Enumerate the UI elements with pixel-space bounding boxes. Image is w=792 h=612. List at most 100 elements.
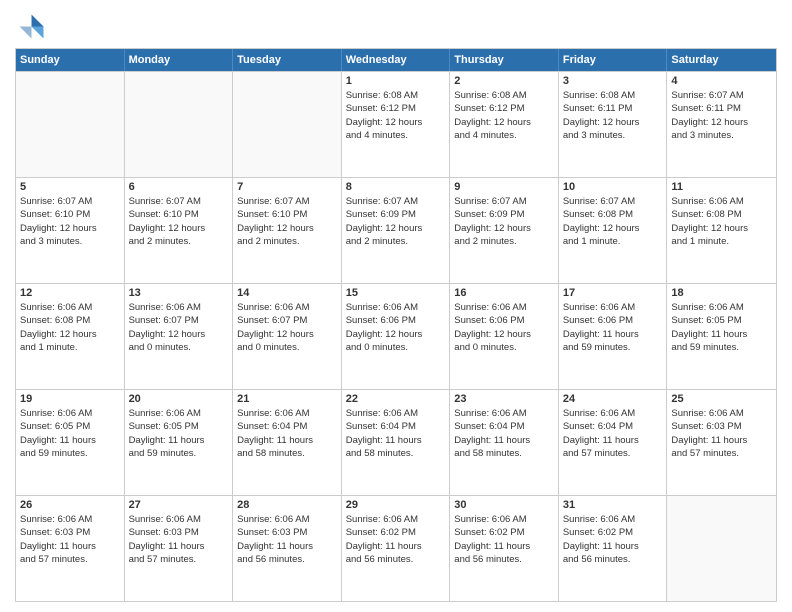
cell-info-line: and 59 minutes. bbox=[671, 341, 772, 354]
day-cell-21: 21Sunrise: 6:06 AMSunset: 6:04 PMDayligh… bbox=[233, 390, 342, 495]
cell-info-line: Daylight: 12 hours bbox=[20, 222, 120, 235]
cell-info-line: Sunset: 6:03 PM bbox=[129, 526, 229, 539]
day-cell-14: 14Sunrise: 6:06 AMSunset: 6:07 PMDayligh… bbox=[233, 284, 342, 389]
calendar-body: 1Sunrise: 6:08 AMSunset: 6:12 PMDaylight… bbox=[16, 71, 776, 601]
cell-info-line: Daylight: 11 hours bbox=[20, 434, 120, 447]
cell-info-line: Sunset: 6:10 PM bbox=[237, 208, 337, 221]
cell-info-line: Daylight: 12 hours bbox=[454, 116, 554, 129]
calendar-row-5: 26Sunrise: 6:06 AMSunset: 6:03 PMDayligh… bbox=[16, 495, 776, 601]
cell-info-line: Sunset: 6:09 PM bbox=[346, 208, 446, 221]
cell-info-line: Sunrise: 6:07 AM bbox=[237, 195, 337, 208]
day-number: 29 bbox=[346, 499, 446, 511]
cell-info-line: and 1 minute. bbox=[20, 341, 120, 354]
cell-info-line: Sunset: 6:12 PM bbox=[454, 102, 554, 115]
cell-info-line: and 56 minutes. bbox=[563, 553, 663, 566]
cell-info-line: and 57 minutes. bbox=[20, 553, 120, 566]
logo bbox=[15, 10, 49, 40]
cell-info-line: Daylight: 12 hours bbox=[20, 328, 120, 341]
day-cell-16: 16Sunrise: 6:06 AMSunset: 6:06 PMDayligh… bbox=[450, 284, 559, 389]
cell-info-line: Sunset: 6:09 PM bbox=[454, 208, 554, 221]
cell-info-line: Sunset: 6:08 PM bbox=[563, 208, 663, 221]
cell-info-line: and 2 minutes. bbox=[237, 235, 337, 248]
day-number: 16 bbox=[454, 287, 554, 299]
cell-info-line: Daylight: 12 hours bbox=[671, 116, 772, 129]
cell-info-line: Daylight: 11 hours bbox=[454, 540, 554, 553]
day-cell-17: 17Sunrise: 6:06 AMSunset: 6:06 PMDayligh… bbox=[559, 284, 668, 389]
day-number: 7 bbox=[237, 181, 337, 193]
cell-info-line: Sunset: 6:03 PM bbox=[237, 526, 337, 539]
day-cell-8: 8Sunrise: 6:07 AMSunset: 6:09 PMDaylight… bbox=[342, 178, 451, 283]
cell-info-line: Sunrise: 6:06 AM bbox=[563, 513, 663, 526]
day-number: 30 bbox=[454, 499, 554, 511]
cell-info-line: Sunrise: 6:06 AM bbox=[237, 513, 337, 526]
cell-info-line: Daylight: 12 hours bbox=[454, 222, 554, 235]
cell-info-line: Sunrise: 6:06 AM bbox=[454, 513, 554, 526]
cell-info-line: Daylight: 12 hours bbox=[563, 222, 663, 235]
cell-info-line: Sunrise: 6:07 AM bbox=[671, 89, 772, 102]
day-number: 6 bbox=[129, 181, 229, 193]
calendar-row-4: 19Sunrise: 6:06 AMSunset: 6:05 PMDayligh… bbox=[16, 389, 776, 495]
day-number: 9 bbox=[454, 181, 554, 193]
cell-info-line: Daylight: 11 hours bbox=[563, 328, 663, 341]
cell-info-line: Daylight: 11 hours bbox=[237, 540, 337, 553]
empty-cell-4-6 bbox=[667, 496, 776, 601]
cell-info-line: Daylight: 12 hours bbox=[346, 328, 446, 341]
cell-info-line: and 2 minutes. bbox=[129, 235, 229, 248]
cell-info-line: Sunset: 6:05 PM bbox=[671, 314, 772, 327]
calendar-row-2: 5Sunrise: 6:07 AMSunset: 6:10 PMDaylight… bbox=[16, 177, 776, 283]
cell-info-line: Daylight: 11 hours bbox=[129, 434, 229, 447]
day-cell-19: 19Sunrise: 6:06 AMSunset: 6:05 PMDayligh… bbox=[16, 390, 125, 495]
day-number: 5 bbox=[20, 181, 120, 193]
cell-info-line: and 3 minutes. bbox=[671, 129, 772, 142]
cell-info-line: Sunrise: 6:06 AM bbox=[20, 301, 120, 314]
day-number: 14 bbox=[237, 287, 337, 299]
day-number: 4 bbox=[671, 75, 772, 87]
day-cell-11: 11Sunrise: 6:06 AMSunset: 6:08 PMDayligh… bbox=[667, 178, 776, 283]
cell-info-line: Sunrise: 6:06 AM bbox=[671, 301, 772, 314]
cell-info-line: and 0 minutes. bbox=[129, 341, 229, 354]
cell-info-line: Daylight: 11 hours bbox=[237, 434, 337, 447]
cell-info-line: Sunrise: 6:06 AM bbox=[237, 301, 337, 314]
cell-info-line: Sunrise: 6:07 AM bbox=[129, 195, 229, 208]
cell-info-line: Sunrise: 6:06 AM bbox=[454, 301, 554, 314]
cell-info-line: and 57 minutes. bbox=[129, 553, 229, 566]
day-number: 19 bbox=[20, 393, 120, 405]
cell-info-line: Sunset: 6:03 PM bbox=[20, 526, 120, 539]
cell-info-line: and 0 minutes. bbox=[454, 341, 554, 354]
cell-info-line: Sunrise: 6:07 AM bbox=[20, 195, 120, 208]
cell-info-line: and 58 minutes. bbox=[454, 447, 554, 460]
cell-info-line: and 56 minutes. bbox=[454, 553, 554, 566]
day-cell-12: 12Sunrise: 6:06 AMSunset: 6:08 PMDayligh… bbox=[16, 284, 125, 389]
day-cell-24: 24Sunrise: 6:06 AMSunset: 6:04 PMDayligh… bbox=[559, 390, 668, 495]
header bbox=[15, 10, 777, 40]
day-number: 20 bbox=[129, 393, 229, 405]
cell-info-line: Sunrise: 6:06 AM bbox=[346, 407, 446, 420]
day-number: 25 bbox=[671, 393, 772, 405]
empty-cell-0-2 bbox=[233, 72, 342, 177]
cell-info-line: Sunset: 6:02 PM bbox=[563, 526, 663, 539]
cell-info-line: Daylight: 11 hours bbox=[346, 434, 446, 447]
day-cell-4: 4Sunrise: 6:07 AMSunset: 6:11 PMDaylight… bbox=[667, 72, 776, 177]
cell-info-line: Daylight: 11 hours bbox=[20, 540, 120, 553]
calendar-header: SundayMondayTuesdayWednesdayThursdayFrid… bbox=[16, 49, 776, 71]
day-number: 11 bbox=[671, 181, 772, 193]
cell-info-line: Sunrise: 6:07 AM bbox=[346, 195, 446, 208]
cell-info-line: Sunrise: 6:06 AM bbox=[346, 513, 446, 526]
cell-info-line: Sunset: 6:10 PM bbox=[20, 208, 120, 221]
cell-info-line: and 57 minutes. bbox=[563, 447, 663, 460]
day-cell-27: 27Sunrise: 6:06 AMSunset: 6:03 PMDayligh… bbox=[125, 496, 234, 601]
cell-info-line: Daylight: 12 hours bbox=[346, 222, 446, 235]
cell-info-line: Sunset: 6:02 PM bbox=[346, 526, 446, 539]
day-number: 26 bbox=[20, 499, 120, 511]
cell-info-line: Daylight: 12 hours bbox=[671, 222, 772, 235]
day-cell-1: 1Sunrise: 6:08 AMSunset: 6:12 PMDaylight… bbox=[342, 72, 451, 177]
cell-info-line: Sunset: 6:05 PM bbox=[129, 420, 229, 433]
day-number: 24 bbox=[563, 393, 663, 405]
cell-info-line: Daylight: 12 hours bbox=[237, 222, 337, 235]
cell-info-line: Daylight: 12 hours bbox=[563, 116, 663, 129]
cell-info-line: Sunset: 6:10 PM bbox=[129, 208, 229, 221]
cell-info-line: and 4 minutes. bbox=[346, 129, 446, 142]
day-header-wednesday: Wednesday bbox=[342, 49, 451, 71]
day-number: 23 bbox=[454, 393, 554, 405]
cell-info-line: Sunrise: 6:08 AM bbox=[563, 89, 663, 102]
